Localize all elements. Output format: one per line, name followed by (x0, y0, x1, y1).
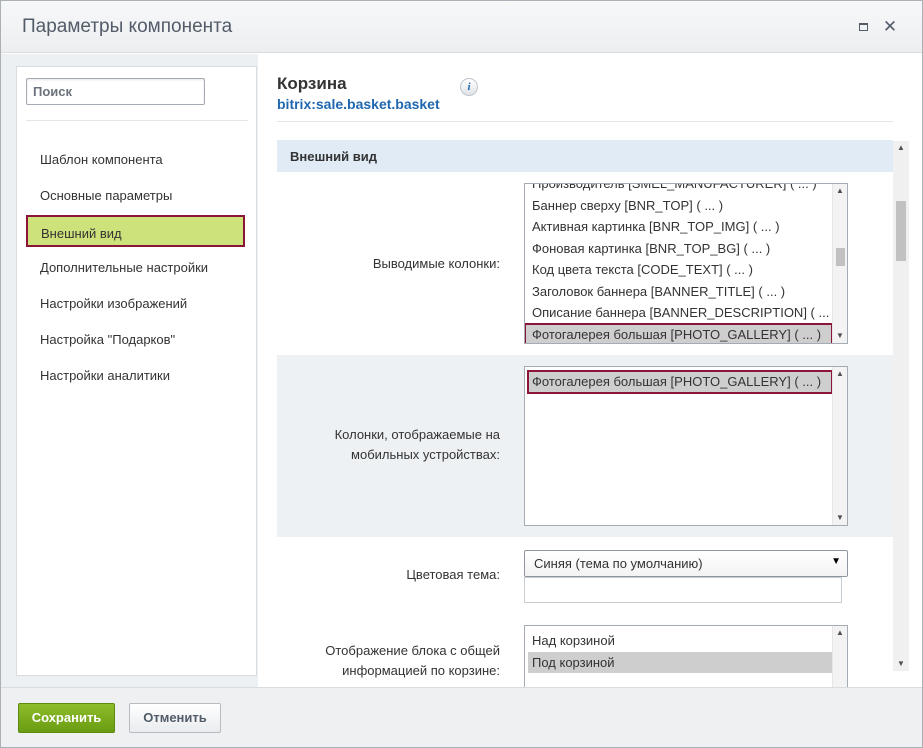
list-item[interactable]: Описание баннера [BANNER_DESCRIPTION] ( … (525, 302, 832, 324)
list-item[interactable]: Активная картинка [BNR_TOP_IMG] ( ... ) (525, 216, 832, 238)
sidebar-item-appearance[interactable]: Внешний вид (26, 215, 245, 247)
total-block-label-line1: Отображение блока с общей (325, 643, 500, 658)
section-header: Внешний вид (277, 140, 893, 172)
settings-panel: Корзина bitrix:sale.basket.basket i Внеш… (258, 54, 922, 687)
panel-scrollbar[interactable]: ▲ ▼ (893, 141, 909, 671)
list-item[interactable]: Заголовок баннера [BANNER_TITLE] ( ... ) (525, 281, 832, 303)
total-block-label-line2: информацией по корзине: (342, 663, 500, 678)
total-block-listbox[interactable]: Над корзиной Под корзиной ▲ (524, 625, 848, 687)
scroll-down-icon[interactable]: ▼ (833, 329, 847, 343)
color-theme-label: Цветовая тема: (406, 567, 500, 582)
columns-label: Выводимые колонки: (372, 256, 500, 271)
sidebar-item-template[interactable]: Шаблон компонента (17, 141, 257, 177)
save-button[interactable]: Сохранить (18, 703, 115, 733)
component-code: bitrix:sale.basket.basket (277, 96, 440, 112)
header-divider (277, 121, 893, 122)
list-item[interactable]: Производитель [SMEL_MANUFACTURER] ( ... … (525, 184, 832, 195)
mobile-columns-listbox[interactable]: Фотогалерея большая [PHOTO_GALLERY] ( ..… (524, 366, 848, 526)
list-item-selected[interactable]: Фотогалерея большая [PHOTO_GALLERY] ( ..… (527, 370, 833, 394)
cancel-button[interactable]: Отменить (129, 703, 221, 733)
custom-theme-input[interactable] (524, 577, 842, 603)
list-item[interactable]: Над корзиной (528, 630, 832, 652)
maximize-icon[interactable] (855, 19, 871, 35)
scroll-up-icon[interactable]: ▲ (833, 184, 847, 198)
mobile-columns-label-line2: мобильных устройствах: (351, 447, 500, 462)
scroll-up-icon[interactable]: ▲ (833, 626, 847, 640)
dialog-footer: Сохранить Отменить (1, 687, 922, 747)
color-theme-value: Синяя (тема по умолчанию) (534, 556, 703, 571)
sidebar-item-images[interactable]: Настройки изображений (17, 285, 257, 321)
scroll-up-icon[interactable]: ▲ (833, 367, 847, 381)
scroll-thumb[interactable] (836, 248, 845, 266)
list-item-selected[interactable]: Фотогалерея большая [PHOTO_GALLERY] ( ..… (525, 322, 833, 343)
scroll-down-icon[interactable]: ▼ (833, 511, 847, 525)
list-item[interactable]: Код цвета текста [CODE_TEXT] ( ... ) (525, 259, 832, 281)
dialog-title: Параметры компонента (22, 16, 233, 37)
sidebar-item-main-params[interactable]: Основные параметры (17, 177, 257, 213)
sidebar: Шаблон компонента Основные параметры Вне… (16, 66, 257, 676)
dialog-body: Шаблон компонента Основные параметры Вне… (1, 54, 922, 687)
sidebar-divider (26, 120, 248, 121)
sidebar-item-gifts[interactable]: Настройка "Подарков" (17, 321, 257, 357)
listbox-scrollbar[interactable]: ▲ ▼ (832, 367, 847, 525)
scroll-down-icon[interactable]: ▼ (893, 657, 909, 671)
mobile-columns-label: Колонки, отображаемые на мобильных устро… (277, 425, 500, 465)
list-item[interactable]: Баннер сверху [BNR_TOP] ( ... ) (525, 195, 832, 217)
search-input[interactable] (26, 78, 205, 105)
dropdown-arrow-icon: ▼ (831, 556, 841, 567)
list-item[interactable]: Фоновая картинка [BNR_TOP_BG] ( ... ) (525, 238, 832, 260)
sidebar-item-analytics[interactable]: Настройки аналитики (17, 357, 257, 393)
columns-listbox[interactable]: Производитель [SMEL_MANUFACTURER] ( ... … (524, 183, 848, 344)
sidebar-item-additional[interactable]: Дополнительные настройки (17, 249, 257, 285)
total-block-label: Отображение блока с общей информацией по… (277, 641, 500, 681)
sidebar-nav: Шаблон компонента Основные параметры Вне… (17, 141, 257, 393)
scroll-thumb[interactable] (896, 201, 906, 261)
listbox-scrollbar[interactable]: ▲ ▼ (832, 184, 847, 343)
close-icon[interactable]: ✕ (882, 18, 898, 35)
info-icon[interactable]: i (460, 78, 478, 96)
color-theme-select[interactable]: Синяя (тема по умолчанию) ▼ (524, 550, 848, 577)
component-name: Корзина (277, 74, 347, 93)
mobile-columns-label-line1: Колонки, отображаемые на (334, 427, 500, 442)
dialog-titlebar: Параметры компонента ✕ (1, 1, 922, 53)
component-settings-dialog: Параметры компонента ✕ Шаблон компонента… (0, 0, 923, 748)
listbox-scrollbar[interactable]: ▲ (832, 626, 847, 687)
list-item-selected[interactable]: Под корзиной (528, 651, 832, 673)
scroll-up-icon[interactable]: ▲ (893, 141, 909, 155)
